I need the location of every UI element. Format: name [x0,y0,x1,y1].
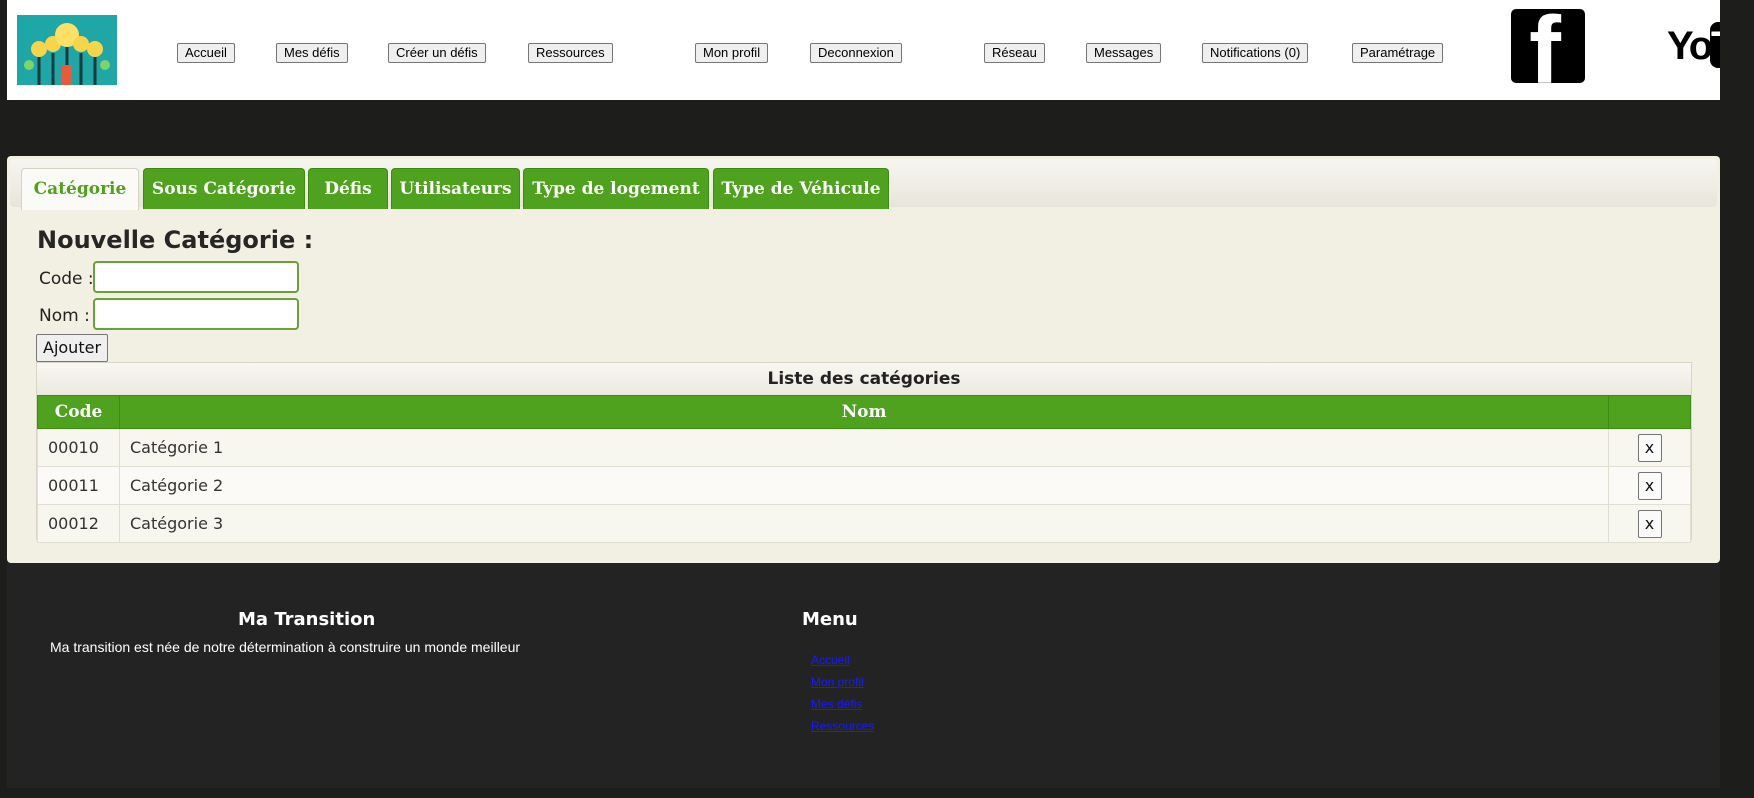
nav-reseau-button[interactable]: Réseau [984,43,1045,63]
youtube-icon[interactable]: You Tub [1659,22,1720,72]
tab-sous-categorie[interactable]: Sous Catégorie [143,168,305,209]
row-name: Catégorie 3 [119,504,1609,543]
delete-button[interactable]: x [1637,471,1662,500]
nav-ressources-button[interactable]: Ressources [528,43,613,63]
nav-parametrage-button[interactable]: Paramétrage [1352,43,1444,63]
column-header-code: Code [37,395,120,429]
footer-link-accueil[interactable]: Accueil [811,649,874,671]
tab-utilisateurs[interactable]: Utilisateurs [391,168,520,209]
row-name: Catégorie 2 [119,466,1609,505]
delete-button[interactable]: x [1637,509,1662,538]
row-actions: x [1608,428,1691,467]
form-title: Nouvelle Catégorie : [37,226,314,254]
tab-defis[interactable]: Défis [308,168,388,209]
nav-notifications-button[interactable]: Notifications (0) [1202,43,1309,63]
table-row: 00010 Catégorie 1 x [37,428,1691,467]
column-header-name: Nom [119,395,1609,429]
tab-bar: Catégorie Sous Catégorie Défis Utilisate… [10,159,1717,210]
column-header-actions [1608,395,1691,429]
logo-lightbulbs[interactable] [17,15,117,85]
footer-about-title: Ma Transition [238,609,376,630]
lightbulb-icon [17,15,117,85]
list-title: Liste des catégories [37,363,1691,395]
table-row: 00011 Catégorie 2 x [37,466,1691,505]
row-code: 00011 [37,466,120,505]
footer-menu-title: Menu [802,609,858,630]
tab-type-logement[interactable]: Type de logement [523,168,709,209]
nav-mes-defis-button[interactable]: Mes défis [276,43,348,63]
site-footer: Ma Transition Ma transition est née de n… [7,563,1720,788]
footer-about-text: Ma transition est née de notre détermina… [50,639,521,655]
admin-panel: Catégorie Sous Catégorie Défis Utilisate… [7,156,1720,563]
nav-deconnexion-button[interactable]: Deconnexion [810,43,902,63]
row-code: 00010 [37,428,120,467]
name-input[interactable] [93,298,299,330]
facebook-icon[interactable]: f [1511,9,1585,83]
table-header-row: Code Nom [37,395,1691,429]
nav-accueil-button[interactable]: Accueil [177,43,235,63]
row-name: Catégorie 1 [119,428,1609,467]
footer-menu-links: Accueil Mon profil Mes défis Ressources [811,649,874,737]
name-label: Nom : [39,306,90,326]
category-table: Code Nom 00010 Catégorie 1 x 00011 Catég… [37,395,1691,543]
youtube-tube-text: Tub [1711,22,1720,70]
row-code: 00012 [37,504,120,543]
delete-button[interactable]: x [1637,433,1662,462]
row-actions: x [1608,504,1691,543]
row-actions: x [1608,466,1691,505]
nav-creer-defis-button[interactable]: Créer un défis [388,43,486,63]
tab-type-vehicule[interactable]: Type de Véhicule [713,168,889,209]
code-label: Code : [39,269,94,289]
nav-messages-button[interactable]: Messages [1086,43,1162,63]
table-row: 00012 Catégorie 3 x [37,504,1691,543]
category-list: Liste des catégories Code Nom 00010 Caté… [36,362,1692,543]
site-header: Accueil Mes défis Créer un défis Ressour… [7,0,1720,100]
nav-mon-profil-button[interactable]: Mon profil [695,43,769,63]
footer-link-mes-defis[interactable]: Mes défis [811,693,874,715]
footer-link-mon-profil[interactable]: Mon profil [811,671,874,693]
footer-link-ressources[interactable]: Ressources [811,715,874,737]
add-button[interactable]: Ajouter [36,334,109,362]
tab-categorie[interactable]: Catégorie [21,168,139,210]
code-input[interactable] [93,261,299,293]
facebook-glyph: f [1529,9,1561,83]
